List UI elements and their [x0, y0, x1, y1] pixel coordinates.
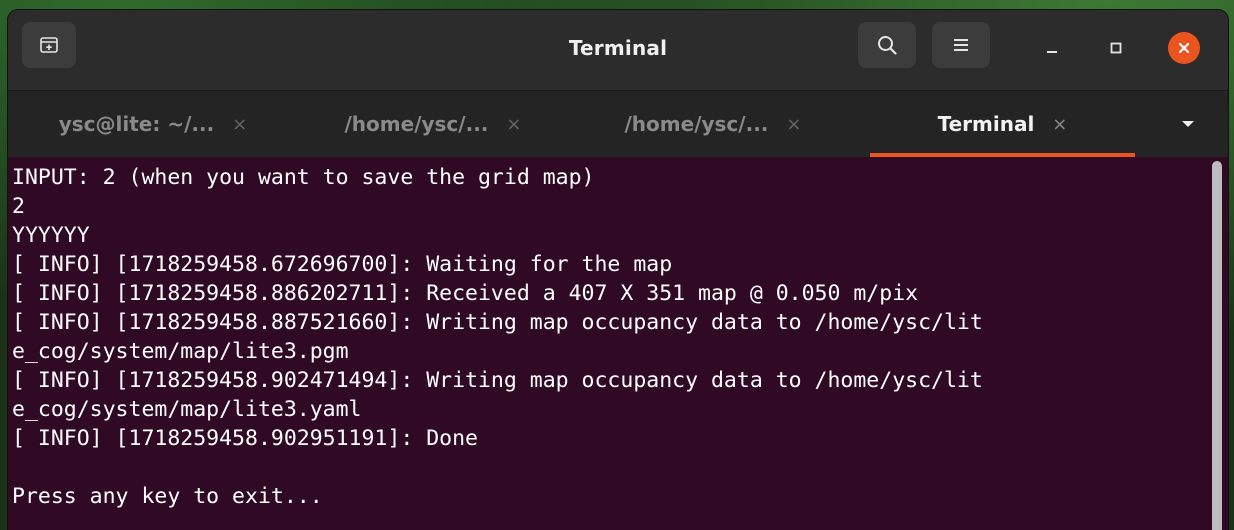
- tab-label: Terminal: [937, 112, 1035, 136]
- tabs-dropdown-button[interactable]: [1168, 109, 1208, 139]
- tab-label: ysc@lite: ~/...: [58, 112, 215, 136]
- chevron-down-icon: [1182, 121, 1194, 127]
- maximize-button[interactable]: [1100, 32, 1132, 64]
- tab-home-ysc-1[interactable]: /home/ysc/... ×: [298, 91, 568, 157]
- terminal-line: [ INFO] [1718259458.902471494]: Writing …: [12, 368, 983, 393]
- terminal-line: e_cog/system/map/lite3.pgm: [12, 339, 349, 364]
- minimize-button[interactable]: [1036, 32, 1068, 64]
- maximize-icon: [1110, 42, 1122, 54]
- title-bar: Terminal: [8, 10, 1228, 90]
- tab-ysc-lite[interactable]: ysc@lite: ~/... ×: [18, 91, 288, 157]
- terminal-output: INPUT: 2 (when you want to save the grid…: [12, 163, 1208, 511]
- terminal-line: [ INFO] [1718259458.672696700]: Waiting …: [12, 252, 673, 277]
- tab-close-icon[interactable]: ×: [232, 114, 247, 135]
- minimize-icon: [1047, 51, 1057, 53]
- tab-label: /home/ysc/...: [624, 112, 769, 136]
- terminal-line: [ INFO] [1718259458.902951191]: Done: [12, 426, 478, 451]
- tab-close-icon[interactable]: ×: [1052, 114, 1067, 135]
- tab-bar: ysc@lite: ~/... × /home/ysc/... × /home/…: [8, 90, 1228, 157]
- tab-label: /home/ysc/...: [344, 112, 489, 136]
- tab-close-icon[interactable]: ×: [506, 114, 521, 135]
- terminal-line: INPUT: 2 (when you want to save the grid…: [12, 165, 595, 190]
- search-button[interactable]: [858, 22, 916, 68]
- menu-button[interactable]: [932, 22, 990, 68]
- terminal-output-area[interactable]: INPUT: 2 (when you want to save the grid…: [8, 157, 1228, 530]
- search-icon: [878, 36, 897, 55]
- terminal-window: Terminal ysc@lite: ~/... × /home/ysc/...…: [8, 10, 1228, 530]
- tab-terminal-active[interactable]: Terminal ×: [870, 91, 1135, 157]
- tab-home-ysc-2[interactable]: /home/ysc/... ×: [578, 91, 848, 157]
- terminal-line: e_cog/system/map/lite3.yaml: [12, 397, 362, 422]
- terminal-line: [ INFO] [1718259458.887521660]: Writing …: [12, 310, 983, 335]
- close-button[interactable]: [1168, 32, 1200, 64]
- close-icon: [1178, 42, 1190, 54]
- terminal-line: 2: [12, 194, 25, 219]
- vertical-scrollbar[interactable]: [1212, 161, 1222, 530]
- terminal-line: Press any key to exit...: [12, 484, 323, 509]
- hamburger-menu-icon: [954, 39, 968, 51]
- tab-close-icon[interactable]: ×: [786, 114, 801, 135]
- terminal-line: [ INFO] [1718259458.886202711]: Received…: [12, 281, 919, 306]
- terminal-line: YYYYYY: [12, 223, 90, 248]
